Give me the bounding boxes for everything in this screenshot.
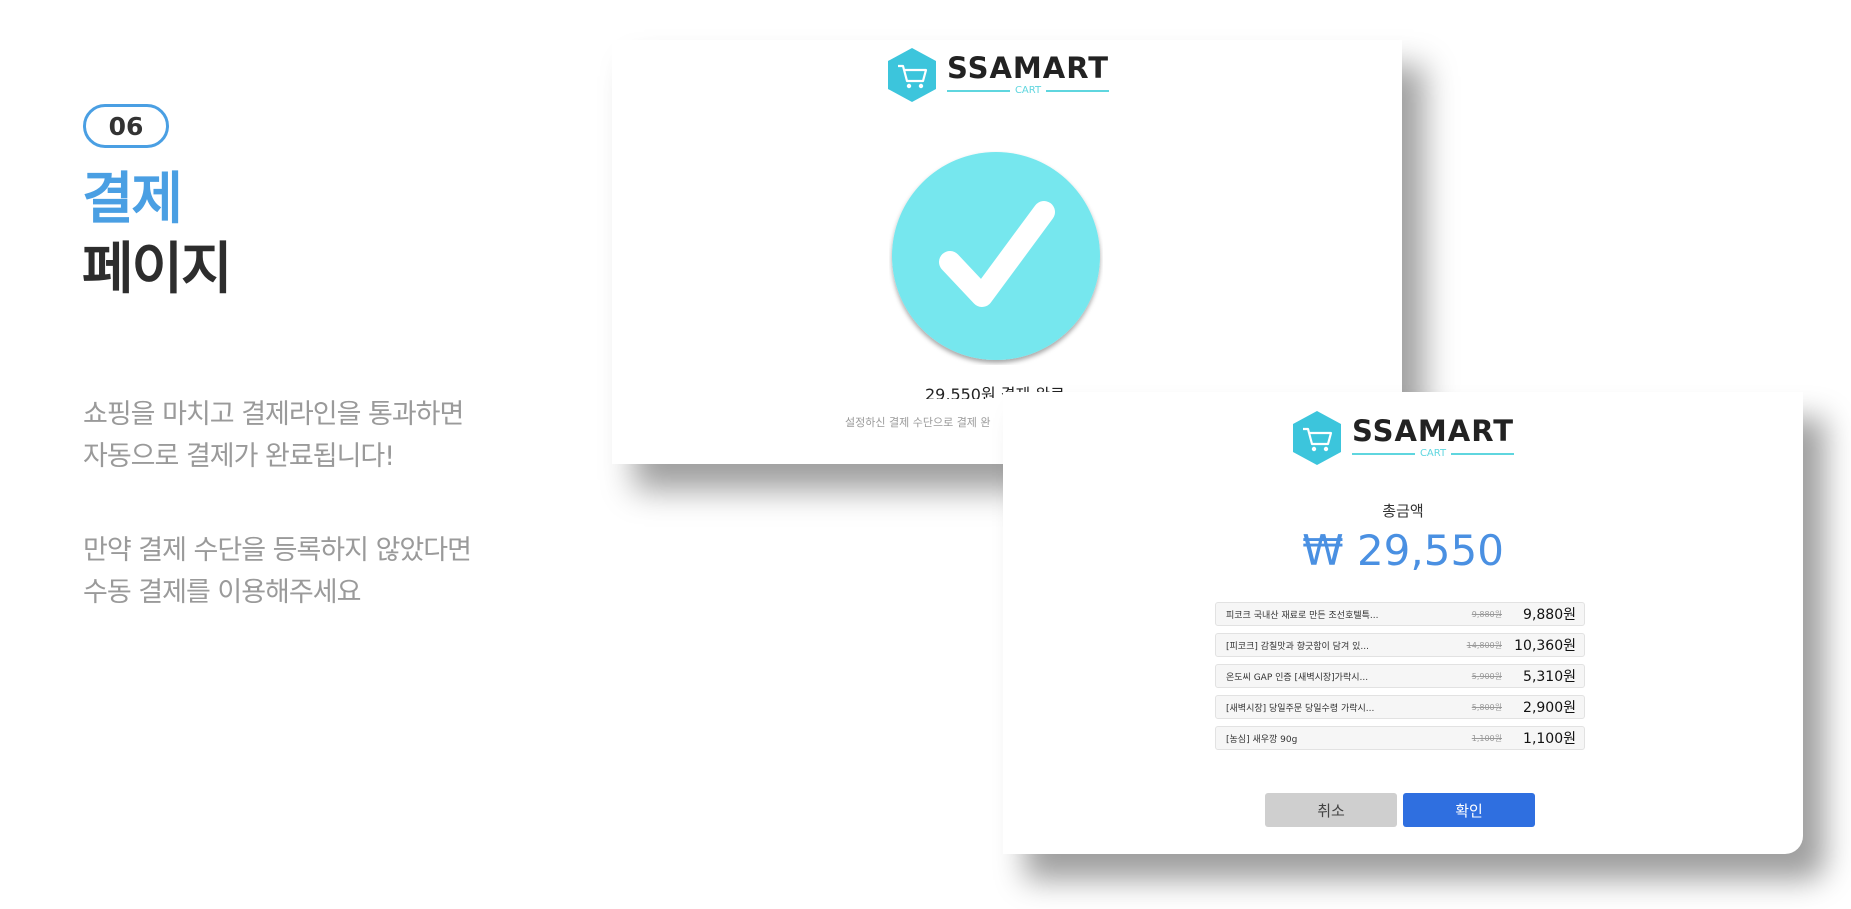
slide-title: 결제 페이지 (82, 165, 233, 305)
item-price: 1,100원 (1523, 731, 1576, 747)
payment-confirm-screen: SSAMART CART 총금액 ₩ 29,550 피코크 국내산 재료로 만든… (1003, 392, 1803, 854)
cart-logo-icon (888, 48, 936, 102)
item-original-price: 14,800원 (1466, 640, 1502, 650)
item-original-price: 9,880원 (1471, 609, 1502, 619)
logo-brand: SSAMART (947, 51, 1110, 85)
ssamart-logo: SSAMART CART (1290, 409, 1515, 467)
list-item: [새벽시장] 당일주문 당일수령 가락시... 5,800원 2,900원 (1215, 695, 1585, 719)
item-name: [농심] 새우깡 90g (1226, 734, 1298, 745)
item-price: 5,310원 (1523, 669, 1576, 685)
logo-brand: SSAMART (1352, 414, 1515, 448)
desc-line: 쇼핑을 마치고 결제라인을 통과하면 (83, 399, 464, 430)
item-name: [피코크] 감칠맛과 향긋함이 담겨 있... (1226, 641, 1369, 652)
description-auto-payment: 쇼핑을 마치고 결제라인을 통과하면 자동으로 결제가 완료됩니다! (83, 394, 464, 478)
item-name: 온도씨 GAP 인증 [새벽시장]가락시... (1226, 672, 1369, 683)
item-price: 2,900원 (1523, 700, 1576, 716)
cart-logo-icon (1293, 411, 1341, 465)
slide-title-main: 페이지 (82, 237, 233, 302)
logo-sub: CART (1419, 448, 1447, 459)
list-item: 피코크 국내산 재료로 만든 조선호텔특... 9,880원 9,880원 (1215, 602, 1585, 626)
check-icon (892, 152, 1100, 360)
item-list: 피코크 국내산 재료로 만든 조선호텔특... 9,880원 9,880원 [피… (1215, 602, 1585, 757)
item-original-price: 1,100원 (1471, 733, 1502, 743)
total-label: 총금액 (1382, 502, 1424, 520)
list-item: [농심] 새우깡 90g 1,100원 1,100원 (1215, 726, 1585, 750)
description-manual-payment: 만약 결제 수단을 등록하지 않았다면 수동 결제를 이용해주세요 (83, 530, 472, 614)
total-amount: ₩ 29,550 (1302, 526, 1504, 575)
list-item: [피코크] 감칠맛과 향긋함이 담겨 있... 14,800원 10,360원 (1215, 633, 1585, 657)
logo-sub: CART (1014, 85, 1042, 96)
desc-line: 수동 결제를 이용해주세요 (83, 577, 361, 608)
item-name: 피코크 국내산 재료로 만든 조선호텔특... (1226, 610, 1379, 621)
item-original-price: 5,900원 (1471, 671, 1502, 681)
item-name: [새벽시장] 당일주문 당일수령 가락시... (1226, 703, 1375, 714)
slide-title-accent: 결제 (82, 167, 183, 232)
item-price: 10,360원 (1514, 638, 1576, 654)
item-price: 9,880원 (1523, 607, 1576, 623)
item-original-price: 5,800원 (1471, 702, 1502, 712)
payment-complete-sub: 설정하신 결제 수단으로 결제 완 (845, 416, 991, 429)
ssamart-logo: SSAMART CART (885, 46, 1110, 104)
confirm-button[interactable]: 확인 (1403, 793, 1535, 827)
list-item: 온도씨 GAP 인증 [새벽시장]가락시... 5,900원 5,310원 (1215, 664, 1585, 688)
cancel-button[interactable]: 취소 (1265, 793, 1397, 827)
desc-line: 만약 결제 수단을 등록하지 않았다면 (83, 535, 472, 566)
slide-number-badge: 06 (83, 104, 169, 148)
desc-line: 자동으로 결제가 완료됩니다! (83, 441, 395, 472)
